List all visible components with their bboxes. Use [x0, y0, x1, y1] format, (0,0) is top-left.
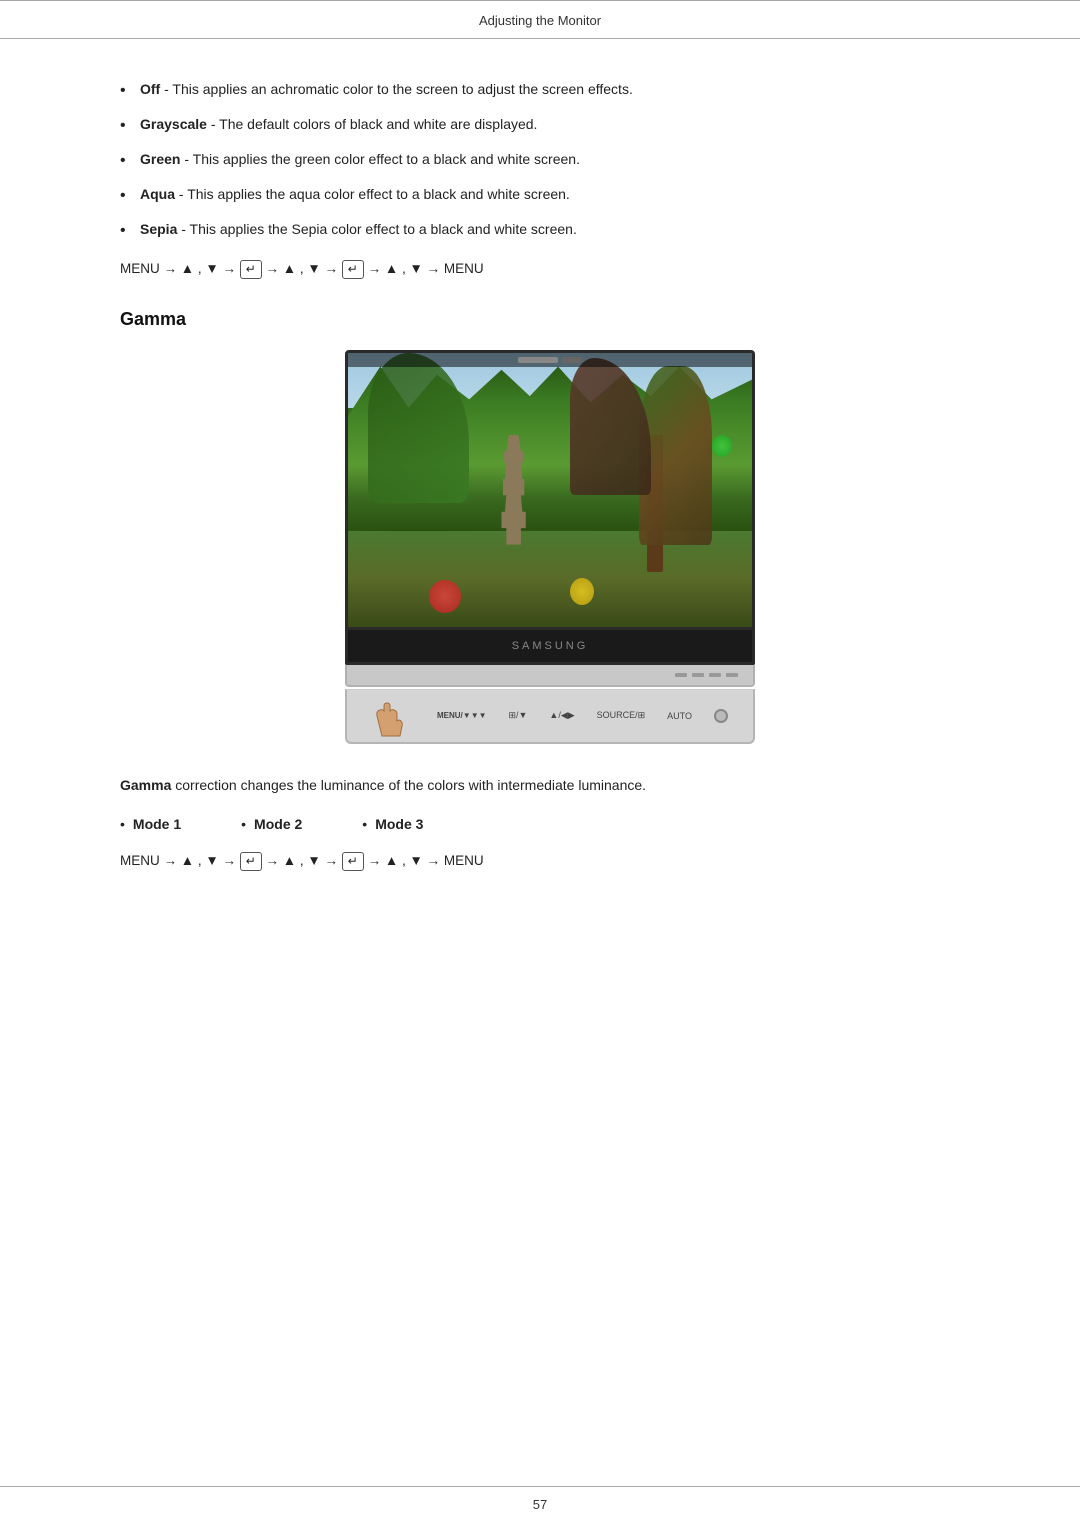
- monitor-wrapper: SAMSUNG: [345, 350, 755, 744]
- screen-image: [348, 353, 752, 627]
- page-container: Adjusting the Monitor Off - This applies…: [0, 0, 1080, 1527]
- bottom-border: [0, 1486, 1080, 1487]
- enter-icon-4: ↵: [342, 852, 364, 871]
- list-item-sepia: Sepia - This applies the Sepia color eff…: [120, 219, 980, 240]
- scene-ground: [348, 531, 752, 627]
- desc-grayscale: - The default colors of black and white …: [211, 116, 538, 132]
- monitor-screen: [345, 350, 755, 630]
- monitor-bottom-bar: SAMSUNG: [345, 630, 755, 665]
- bullet-list: Off - This applies an achromatic color t…: [120, 79, 980, 240]
- monitor-base-area: [345, 665, 755, 687]
- mode2-label: Mode 2: [254, 816, 302, 832]
- base-dot-4: [726, 673, 738, 677]
- enter-v-label: ⊞/▼: [509, 710, 528, 721]
- gamma-heading: Gamma: [120, 309, 980, 330]
- content-area: Off - This applies an achromatic color t…: [0, 69, 1080, 941]
- samsung-label: SAMSUNG: [512, 640, 589, 652]
- term-green: Green: [140, 151, 180, 167]
- menu-button-label: MENU/▼▼▼: [437, 711, 487, 720]
- nav-label: ▲/◀▶: [549, 710, 574, 721]
- list-item-green: Green - This applies the green color eff…: [120, 149, 980, 170]
- top-border: [0, 0, 1080, 1]
- base-dot-3: [709, 673, 721, 677]
- mode3-label: Mode 3: [375, 816, 423, 832]
- monitor-front-panel: MENU/▼▼▼ ⊞/▼ ▲/◀▶ SOURCE/⊞ AUTO: [345, 689, 755, 744]
- bullet-mode2: •: [241, 816, 246, 832]
- desc-off: - This applies an achromatic color to th…: [164, 81, 633, 97]
- term-grayscale: Grayscale: [140, 116, 207, 132]
- gamma-description: Gamma correction changes the luminance o…: [120, 774, 980, 796]
- base-dots: [675, 673, 738, 677]
- front-panel-buttons: MENU/▼▼▼ ⊞/▼ ▲/◀▶ SOURCE/⊞ AUTO: [427, 709, 738, 723]
- base-dot-1: [675, 673, 687, 677]
- mode1-label: Mode 1: [133, 816, 181, 832]
- base-dot-2: [692, 673, 704, 677]
- desc-sepia: - This applies the Sepia color effect to…: [181, 221, 577, 237]
- gamma-bold: Gamma: [120, 777, 171, 793]
- desc-green: - This applies the green color effect to…: [184, 151, 580, 167]
- mode-item-1: • Mode 1: [120, 816, 181, 832]
- enter-icon-2: ↵: [342, 260, 364, 279]
- list-item-grayscale: Grayscale - The default colors of black …: [120, 114, 980, 135]
- source-label: SOURCE/⊞: [597, 710, 646, 721]
- page-number: 57: [533, 1497, 547, 1512]
- accent-green: [712, 435, 732, 457]
- auto-label: AUTO: [667, 711, 692, 721]
- status-bar-element2: [562, 357, 582, 363]
- enter-icon-3: ↵: [240, 852, 262, 871]
- page-header: Adjusting the Monitor: [0, 7, 1080, 39]
- status-bar-element: [518, 357, 558, 363]
- term-off: Off: [140, 81, 160, 97]
- flower-red: [429, 580, 461, 613]
- list-item-off: Off - This applies an achromatic color t…: [120, 79, 980, 100]
- menu-nav-2: MENU → ▲ , ▼ → ↵ → ▲ , ▼ → ↵ → ▲ , ▼ → M…: [120, 852, 980, 871]
- mode-item-2: • Mode 2: [241, 816, 302, 832]
- header-title-text: Adjusting the Monitor: [479, 13, 601, 28]
- modes-row: • Mode 1 • Mode 2 • Mode 3: [120, 816, 980, 832]
- term-aqua: Aqua: [140, 186, 175, 202]
- status-bar: [348, 353, 752, 367]
- term-sepia: Sepia: [140, 221, 177, 237]
- hand-cursor-icon: [362, 691, 412, 746]
- mode-item-3: • Mode 3: [362, 816, 423, 832]
- monitor-image-container: SAMSUNG: [120, 350, 980, 744]
- list-item-aqua: Aqua - This applies the aqua color effec…: [120, 184, 980, 205]
- power-button[interactable]: [714, 709, 728, 723]
- hand-icon-area: [362, 691, 412, 741]
- menu-nav-1: MENU → ▲ , ▼ → ↵ → ▲ , ▼ → ↵ → ▲ , ▼ → M…: [120, 260, 980, 279]
- gamma-rest: correction changes the luminance of the …: [171, 777, 646, 793]
- bullet-mode1: •: [120, 816, 125, 832]
- desc-aqua: - This applies the aqua color effect to …: [179, 186, 570, 202]
- enter-icon-1: ↵: [240, 260, 262, 279]
- bullet-mode3: •: [362, 816, 367, 832]
